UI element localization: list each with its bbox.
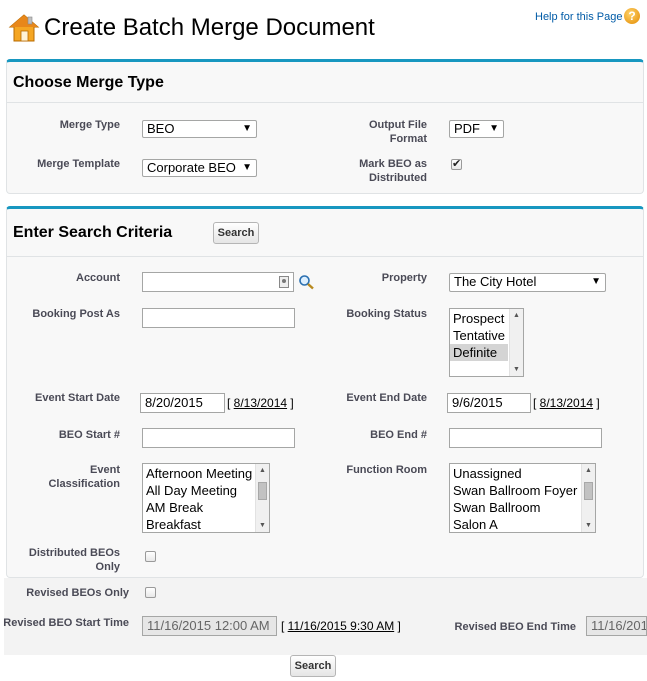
booking-status-listbox[interactable]: Prospect Tentative Definite ▲ ▼ — [449, 308, 524, 377]
merge-type-label: Merge Type — [59, 119, 120, 131]
property-select[interactable]: The City Hotel ▼ — [449, 273, 606, 292]
output-format-label-line2: Format — [389, 133, 427, 145]
scrollbar-thumb[interactable] — [258, 482, 267, 500]
event-end-date-input[interactable]: 9/6/2015 — [447, 393, 531, 413]
merge-type-select[interactable]: BEO ▼ — [142, 120, 257, 138]
distributed-beos-label: Distributed BEOs Only — [20, 546, 120, 574]
lookup-search-icon[interactable] — [298, 274, 315, 293]
scrollbar-thumb[interactable] — [584, 482, 593, 500]
function-room-listbox[interactable]: Unassigned Swan Ballroom Foyer Swan Ball… — [449, 463, 596, 533]
function-room-label: Function Room — [346, 464, 427, 476]
event-classification-label: Event Classification — [20, 463, 120, 491]
contact-card-icon[interactable] — [279, 276, 289, 288]
scroll-up-icon[interactable]: ▲ — [582, 464, 595, 477]
event-classification-option[interactable]: All Day Meeting — [143, 482, 269, 499]
scroll-down-icon[interactable]: ▼ — [256, 519, 269, 532]
property-label: Property — [381, 272, 427, 284]
event-classification-label-line1: Event — [90, 464, 120, 476]
mark-distributed-label-line2: Distributed — [368, 172, 427, 184]
scroll-down-icon[interactable]: ▼ — [510, 363, 523, 376]
merge-type-panel-title: Choose Merge Type — [13, 74, 164, 91]
mark-distributed-label: Mark BEO as Distributed — [327, 157, 427, 185]
output-format-label-line1: Output File — [368, 119, 427, 131]
merge-template-value: Corporate BEO — [147, 160, 236, 175]
revised-start-time-label: Revised BEO Start Time — [3, 617, 129, 629]
revised-start-now-link[interactable]: [ 11/16/2015 9:30 AM ] — [281, 619, 401, 633]
revised-start-now-date[interactable]: 11/16/2015 9:30 AM — [288, 619, 395, 633]
scroll-up-icon[interactable]: ▲ — [510, 309, 523, 322]
distributed-beos-label-line2: Only — [95, 561, 120, 573]
dropdown-arrow-icon: ▼ — [242, 123, 252, 134]
booking-status-label: Booking Status — [346, 308, 427, 320]
event-end-today-date[interactable]: 8/13/2014 — [540, 396, 593, 410]
function-room-option[interactable]: Salon A — [450, 516, 595, 532]
search-button-top[interactable]: Search — [213, 222, 259, 244]
beo-start-input[interactable] — [142, 428, 295, 448]
merge-template-select[interactable]: Corporate BEO ▼ — [142, 159, 257, 177]
help-icon[interactable]: ? — [624, 8, 640, 24]
event-end-date-label: Event End Date — [346, 392, 427, 404]
dropdown-arrow-icon: ▼ — [591, 276, 601, 287]
property-value: The City Hotel — [454, 274, 537, 289]
function-room-option[interactable]: Unassigned — [450, 465, 595, 482]
page-title: Create Batch Merge Document — [44, 14, 375, 41]
listbox-scrollbar[interactable]: ▲ ▼ — [581, 464, 595, 532]
home-icon — [8, 12, 40, 44]
beo-start-label: BEO Start # — [58, 429, 120, 441]
output-format-select[interactable]: PDF ▼ — [449, 120, 504, 138]
revised-start-time-input[interactable]: 11/16/2015 12:00 AM — [142, 616, 277, 636]
revised-beos-label: Revised BEOs Only — [26, 587, 129, 599]
dropdown-arrow-icon: ▼ — [242, 162, 252, 173]
event-classification-option[interactable]: Breakfast — [143, 516, 269, 532]
help-link[interactable]: Help for this Page — [535, 11, 622, 23]
distributed-beos-checkbox[interactable] — [145, 551, 156, 562]
function-room-option[interactable]: Swan Ballroom Foyer — [450, 482, 595, 499]
mark-distributed-checkbox[interactable] — [451, 157, 462, 170]
merge-template-label: Merge Template — [37, 158, 120, 170]
booking-post-as-input[interactable] — [142, 308, 295, 328]
listbox-scrollbar[interactable]: ▲ ▼ — [255, 464, 269, 532]
distributed-beos-label-line1: Distributed BEOs — [28, 547, 120, 559]
merge-type-value: BEO — [147, 121, 175, 136]
event-start-today-date[interactable]: 8/13/2014 — [234, 396, 287, 410]
scroll-down-icon[interactable]: ▼ — [582, 519, 595, 532]
event-classification-listbox[interactable]: Afternoon Meeting All Day Meeting AM Bre… — [142, 463, 270, 533]
output-format-label: Output File Format — [327, 118, 427, 146]
revised-beos-checkbox[interactable] — [145, 587, 156, 598]
listbox-scrollbar[interactable]: ▲ ▼ — [509, 309, 523, 376]
event-classification-option[interactable]: AM Break — [143, 499, 269, 516]
account-input[interactable] — [142, 272, 294, 292]
revised-end-time-input[interactable]: 11/16/2015 — [586, 616, 647, 636]
event-start-date-label: Event Start Date — [35, 392, 120, 404]
event-classification-label-line2: Classification — [48, 478, 120, 490]
booking-post-as-label: Booking Post As — [32, 308, 120, 320]
scroll-up-icon[interactable]: ▲ — [256, 464, 269, 477]
event-classification-option[interactable]: Afternoon Meeting — [143, 465, 269, 482]
dropdown-arrow-icon: ▼ — [489, 123, 499, 134]
output-format-value: PDF — [454, 121, 480, 136]
event-start-date-input[interactable]: 8/20/2015 — [140, 393, 225, 413]
search-button-bottom[interactable]: Search — [290, 655, 336, 677]
function-room-option[interactable]: Swan Ballroom — [450, 499, 595, 516]
booking-status-option-definite[interactable]: Definite — [450, 344, 508, 361]
revised-end-time-label: Revised BEO End Time — [454, 621, 576, 633]
event-end-today-link[interactable]: [ 8/13/2014 ] — [533, 396, 600, 410]
account-label: Account — [76, 272, 120, 284]
beo-end-label: BEO End # — [370, 429, 427, 441]
beo-end-input[interactable] — [449, 428, 602, 448]
search-criteria-panel-title: Enter Search Criteria — [13, 224, 173, 241]
mark-distributed-label-line1: Mark BEO as — [359, 158, 427, 170]
event-start-today-link[interactable]: [ 8/13/2014 ] — [227, 396, 294, 410]
